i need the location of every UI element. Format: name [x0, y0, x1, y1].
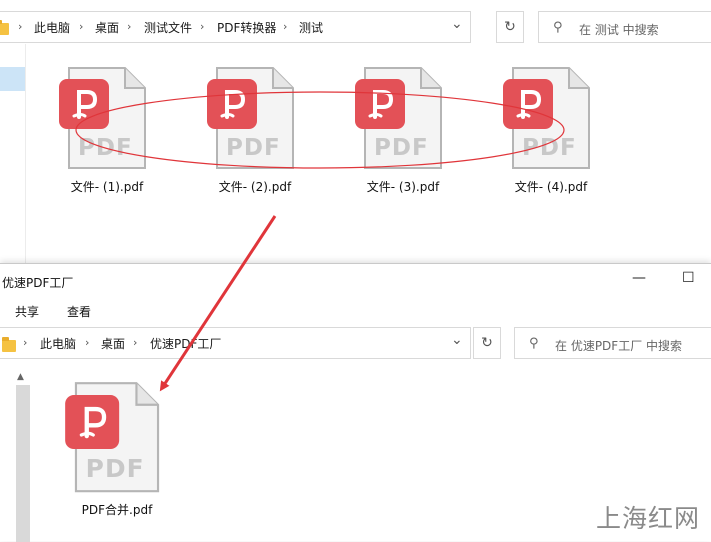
tab-share[interactable]: 共享: [15, 303, 39, 320]
bottom-search-box[interactable]: ⚲ 在 优速PDF工厂 中搜索: [514, 327, 711, 359]
chevron-right-icon: ›: [200, 20, 205, 33]
chevron-right-icon: ›: [283, 20, 288, 33]
breadcrumb-test-files[interactable]: 测试文件: [144, 21, 192, 35]
pdf-label: PDF: [78, 135, 133, 161]
breadcrumb-pdf-converter[interactable]: PDF转换器: [217, 21, 276, 35]
pdf-file-item[interactable]: PDF 文件- (2).pdf: [185, 66, 325, 195]
bottom-address-bar[interactable]: › 此电脑 › 桌面 › 优速PDF工厂 ⌄: [0, 327, 471, 359]
chevron-right-icon: ›: [127, 20, 132, 33]
pdf-logo-icon: [355, 79, 405, 129]
chevron-right-icon: ›: [85, 336, 90, 349]
sidebar-divider: [25, 44, 26, 263]
file-name: 文件- (1).pdf: [70, 180, 144, 194]
file-name: PDF合并.pdf: [81, 503, 153, 517]
scroll-up-arrow-icon[interactable]: ▲: [17, 372, 24, 382]
breadcrumb-test[interactable]: 测试: [299, 21, 323, 35]
refresh-button[interactable]: ↻: [496, 11, 524, 43]
pdf-label: PDF: [226, 135, 281, 161]
refresh-icon: ↻: [481, 335, 493, 351]
top-explorer-window: › 此电脑 › 桌面 › 测试文件 › PDF转换器 › 测试 ⌄ ↻ ⚲ 在 …: [0, 0, 711, 263]
pdf-file-icon: PDF: [207, 66, 295, 170]
chevron-right-icon: ›: [18, 20, 23, 33]
breadcrumb-desktop[interactable]: 桌面: [101, 337, 125, 351]
chevron-right-icon: ›: [23, 336, 28, 349]
pdf-logo-icon: [207, 79, 257, 129]
pdf-label: PDF: [85, 455, 145, 484]
top-search-box[interactable]: ⚲ 在 测试 中搜索: [538, 11, 711, 43]
bottom-explorer-window: 优速PDF工厂 — ☐ 共享 查看 › 此电脑 › 桌面 › 优速PDF工厂 ⌄…: [0, 263, 711, 542]
search-icon: ⚲: [553, 20, 563, 35]
pdf-file-icon: PDF: [355, 66, 443, 170]
refresh-button[interactable]: ↻: [473, 327, 501, 359]
search-icon: ⚲: [529, 336, 539, 351]
watermark-text: 上海红网: [595, 504, 700, 533]
refresh-icon: ↻: [504, 19, 516, 35]
top-address-bar[interactable]: › 此电脑 › 桌面 › 测试文件 › PDF转换器 › 测试 ⌄: [0, 11, 471, 43]
sidebar-selected-item[interactable]: [0, 67, 25, 91]
search-placeholder: 在 测试 中搜索: [579, 23, 659, 37]
pdf-file-item[interactable]: PDF 文件- (4).pdf: [481, 66, 621, 195]
file-name: 文件- (4).pdf: [514, 180, 588, 194]
pdf-logo-icon: [59, 79, 109, 129]
chevron-right-icon: ›: [79, 20, 84, 33]
folder-icon: [2, 337, 16, 352]
window-title: 优速PDF工厂: [2, 276, 74, 290]
maximize-button[interactable]: ☐: [682, 270, 695, 286]
search-placeholder: 在 优速PDF工厂 中搜索: [555, 339, 683, 353]
breadcrumb-this-pc[interactable]: 此电脑: [40, 337, 76, 351]
pdf-label: PDF: [522, 135, 577, 161]
breadcrumb-youshu-pdf[interactable]: 优速PDF工厂: [150, 337, 221, 351]
scrollbar-thumb[interactable]: [16, 385, 30, 542]
pdf-logo-icon: [65, 395, 120, 450]
breadcrumb-this-pc[interactable]: 此电脑: [34, 21, 70, 35]
file-name: 文件- (2).pdf: [218, 180, 292, 194]
folder-icon: [0, 20, 9, 35]
pdf-label: PDF: [374, 135, 429, 161]
breadcrumb-desktop[interactable]: 桌面: [95, 21, 119, 35]
file-name: 文件- (3).pdf: [366, 180, 440, 194]
pdf-file-item[interactable]: PDF 文件- (3).pdf: [333, 66, 473, 195]
minimize-button[interactable]: —: [632, 270, 646, 286]
pdf-file-item[interactable]: PDF 文件- (1).pdf: [37, 66, 177, 195]
dropdown-chevron-icon[interactable]: ⌄: [451, 16, 463, 32]
pdf-file-icon: PDF: [59, 66, 147, 170]
pdf-file-icon: PDF: [503, 66, 591, 170]
chevron-right-icon: ›: [133, 336, 138, 349]
tab-view[interactable]: 查看: [67, 303, 91, 320]
pdf-file-icon: PDF: [65, 381, 160, 493]
dropdown-chevron-icon[interactable]: ⌄: [451, 332, 463, 348]
pdf-file-item[interactable]: PDF PDF合并.pdf: [47, 381, 187, 518]
pdf-logo-icon: [503, 79, 553, 129]
